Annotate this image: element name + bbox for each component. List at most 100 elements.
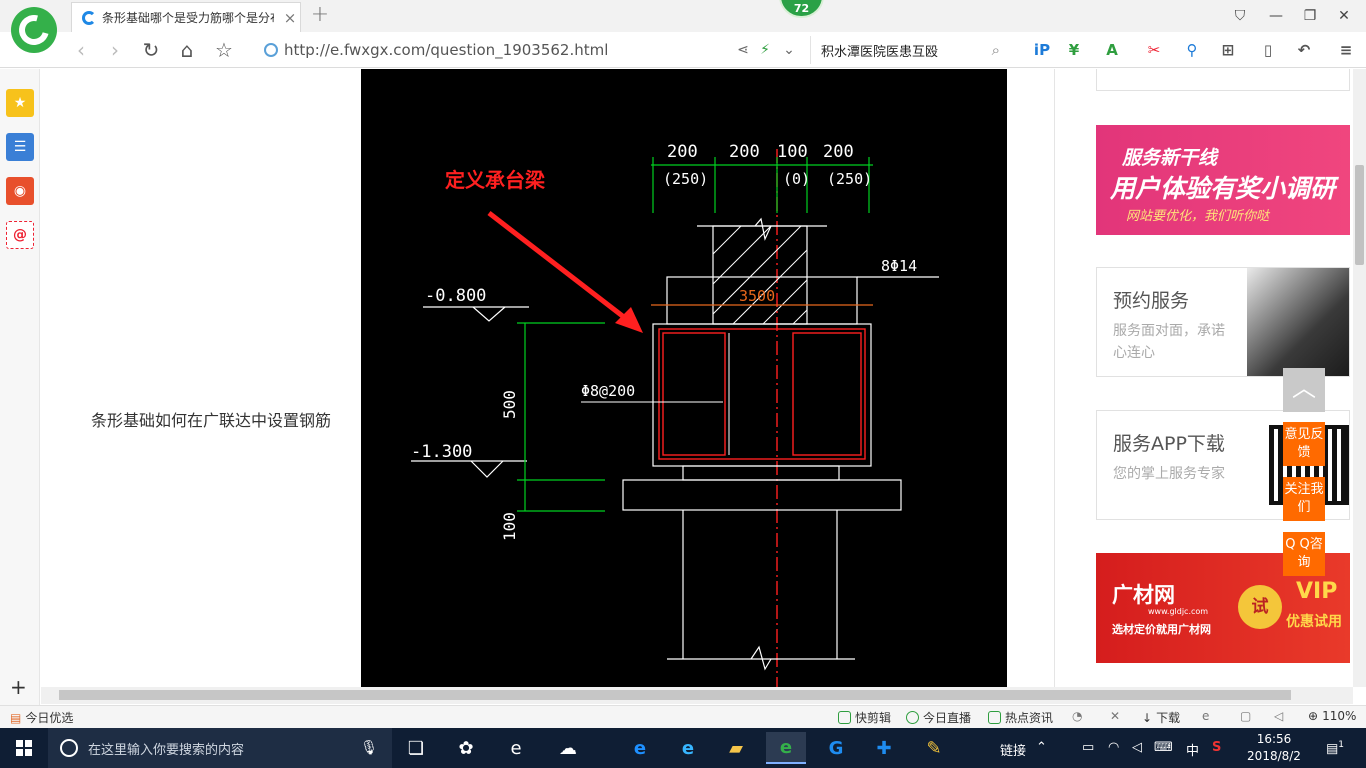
glodon-g-icon[interactable]: G xyxy=(816,732,856,764)
qq-consult-button[interactable]: Q Q咨询 xyxy=(1283,532,1325,576)
ie-blue-icon[interactable]: e xyxy=(620,732,660,764)
live-link[interactable]: 今日直播 xyxy=(906,709,971,726)
undo-icon[interactable]: ↶ xyxy=(1292,39,1316,61)
download-label: 下载 xyxy=(1156,711,1181,725)
ie-mode-icon[interactable]: e xyxy=(1202,709,1209,723)
360-browser-taskbar-icon[interactable]: e xyxy=(766,732,806,764)
weather-icon[interactable]: ☁ xyxy=(548,732,588,764)
new-tab-button[interactable]: + xyxy=(307,3,333,29)
app-download-subtitle: 您的掌上服务专家 xyxy=(1113,466,1225,482)
favorites-icon[interactable]: ★ xyxy=(6,89,34,117)
home-icon[interactable]: ⌂ xyxy=(174,37,200,63)
score-badge[interactable]: 72 xyxy=(779,0,824,18)
search-input[interactable]: 积水潭医院医患互殴 ⌕ xyxy=(810,36,1010,64)
news-link[interactable]: 热点资讯 xyxy=(988,709,1053,726)
beam-outline xyxy=(622,323,902,671)
system-clock[interactable]: 16:56 2018/8/2 xyxy=(1244,731,1304,765)
app-download-title: 服务APP下载 xyxy=(1113,433,1225,455)
tray-expand-icon[interactable]: ⌃ xyxy=(1036,740,1047,755)
annotation-label: 定义承台梁 xyxy=(445,168,546,192)
appointment-title: 预约服务 xyxy=(1113,290,1190,312)
email-icon[interactable]: @ xyxy=(6,221,34,249)
keyboard-icon[interactable]: ⌨ xyxy=(1154,740,1173,755)
back-icon[interactable]: ‹ xyxy=(68,37,94,63)
feedback-button[interactable]: 意见反馈 xyxy=(1283,422,1325,466)
tab-title: 条形基础哪个是受力筋哪个是分布 xyxy=(102,11,274,25)
menu-icon[interactable]: ≡ xyxy=(1334,39,1358,61)
weibo-icon[interactable]: ◉ xyxy=(6,177,34,205)
top-dimension-paren-labels: (250) (0) (250) xyxy=(663,170,872,188)
wifi-icon[interactable]: ◠ xyxy=(1108,740,1119,755)
internet-explorer-icon[interactable]: e xyxy=(668,732,708,764)
favorite-star-icon[interactable]: ☆ xyxy=(211,37,237,63)
notepad-icon[interactable]: ✎ xyxy=(914,732,954,764)
plus-app-icon[interactable]: ✚ xyxy=(864,732,904,764)
translate-icon[interactable]: A xyxy=(1100,39,1124,61)
scissors-icon[interactable]: ✂ xyxy=(1142,39,1166,61)
zoom-control[interactable]: ⊕ 110% xyxy=(1308,709,1356,723)
ime-indicator[interactable]: 中 xyxy=(1186,740,1199,759)
share-icon[interactable]: ⋖ xyxy=(732,40,754,60)
today-picks-link[interactable]: ▤ 今日优选 xyxy=(10,709,73,726)
horizontal-scrollbar[interactable] xyxy=(41,687,1353,704)
browser-logo-icon[interactable] xyxy=(11,7,57,53)
live-label: 今日直播 xyxy=(923,711,972,725)
follow-us-button[interactable]: 关注我们 xyxy=(1283,477,1325,521)
survey-banner[interactable]: 服务新干线 用户体验有奖小调研 网站要优化，我们听你哒 xyxy=(1096,125,1350,235)
reading-list-icon[interactable]: ☰ xyxy=(6,133,34,161)
start-button[interactable] xyxy=(0,728,48,768)
search-icon[interactable]: ⌕ xyxy=(992,41,1000,59)
volume-icon[interactable]: ◁ xyxy=(1132,740,1142,755)
zoom-label: 110% xyxy=(1322,709,1357,723)
kuaijianji-label: 快剪辑 xyxy=(855,711,892,725)
reload-icon[interactable]: ↻ xyxy=(138,37,164,63)
links-toolbar[interactable]: 链接 xyxy=(1000,740,1026,759)
tablet-icon[interactable]: ▯ xyxy=(1256,39,1280,61)
restore-icon[interactable]: ❐ xyxy=(1298,5,1322,27)
taskbar-search-input[interactable]: 在这里输入你要搜索的内容 🎙 xyxy=(48,728,392,768)
ip-extension-icon[interactable]: iP xyxy=(1030,39,1054,61)
pinwheel-icon[interactable]: ✿ xyxy=(446,732,486,764)
sidebar-add-icon[interactable]: + xyxy=(10,675,27,699)
browser-tab[interactable]: 条形基础哪个是受力筋哪个是分布 × xyxy=(71,2,301,32)
news-icon xyxy=(988,711,1001,724)
network-device-icon[interactable]: ▭ xyxy=(1082,740,1094,755)
back-to-top-button[interactable]: ︿ xyxy=(1283,368,1325,412)
url-field[interactable]: http://e.fwxgx.com/question_1903562.html xyxy=(264,40,724,60)
edge-icon[interactable]: e xyxy=(496,732,536,764)
magnifier-icon[interactable]: ⚲ xyxy=(1180,39,1204,61)
horizontal-scroll-thumb[interactable] xyxy=(59,690,1291,700)
close-window-icon[interactable]: ✕ xyxy=(1332,5,1356,27)
speed-icon[interactable]: ◔ xyxy=(1072,709,1082,723)
dropdown-icon[interactable]: ⌄ xyxy=(778,40,800,60)
kuaijianji-link[interactable]: 快剪辑 xyxy=(838,709,891,726)
notification-center-icon[interactable]: ▤1 xyxy=(1326,740,1344,756)
shirt-icon[interactable]: ⛉ xyxy=(1228,5,1252,27)
right-top-card[interactable] xyxy=(1096,69,1350,91)
file-explorer-icon[interactable]: ▰ xyxy=(716,732,756,764)
vertical-scrollbar[interactable] xyxy=(1353,69,1366,687)
minimize-icon[interactable]: — xyxy=(1264,5,1288,27)
site-info-icon[interactable] xyxy=(264,43,278,57)
money-shield-icon[interactable]: ¥ xyxy=(1062,39,1086,61)
clock-time: 16:56 xyxy=(1256,732,1292,746)
lightning-icon[interactable]: ⚡ xyxy=(754,40,776,60)
window-icon[interactable]: ▢ xyxy=(1240,709,1251,723)
forward-icon[interactable]: › xyxy=(102,37,128,63)
top-dimension-labels: 200 200 100 200 xyxy=(667,142,854,162)
sogou-ime-icon[interactable]: S xyxy=(1212,740,1221,755)
appointment-card[interactable]: 预约服务 服务面对面，承诺心连心 xyxy=(1096,267,1350,377)
pad-dim-label: 100 xyxy=(500,512,519,541)
mute-icon[interactable]: ◁ xyxy=(1274,709,1283,723)
download-link[interactable]: ↓ 下载 xyxy=(1142,709,1180,726)
taskbar-search-placeholder: 在这里输入你要搜索的内容 xyxy=(88,742,245,758)
apps-grid-icon[interactable]: ⊞ xyxy=(1216,39,1240,61)
stirrups xyxy=(658,328,866,460)
tools-icon[interactable]: ✕ xyxy=(1110,709,1120,723)
tab-close-icon[interactable]: × xyxy=(280,9,300,27)
status-bar: ▤ 今日优选 快剪辑 今日直播 热点资讯 ◔ ✕ ↓ 下载 e ▢ ◁ ⊕ 11… xyxy=(0,705,1366,728)
microphone-icon[interactable]: 🎙 xyxy=(360,740,378,756)
task-view-icon[interactable]: ❏ xyxy=(396,732,436,764)
dim-top-4: 200 xyxy=(823,142,854,162)
vertical-scroll-thumb[interactable] xyxy=(1355,165,1364,265)
